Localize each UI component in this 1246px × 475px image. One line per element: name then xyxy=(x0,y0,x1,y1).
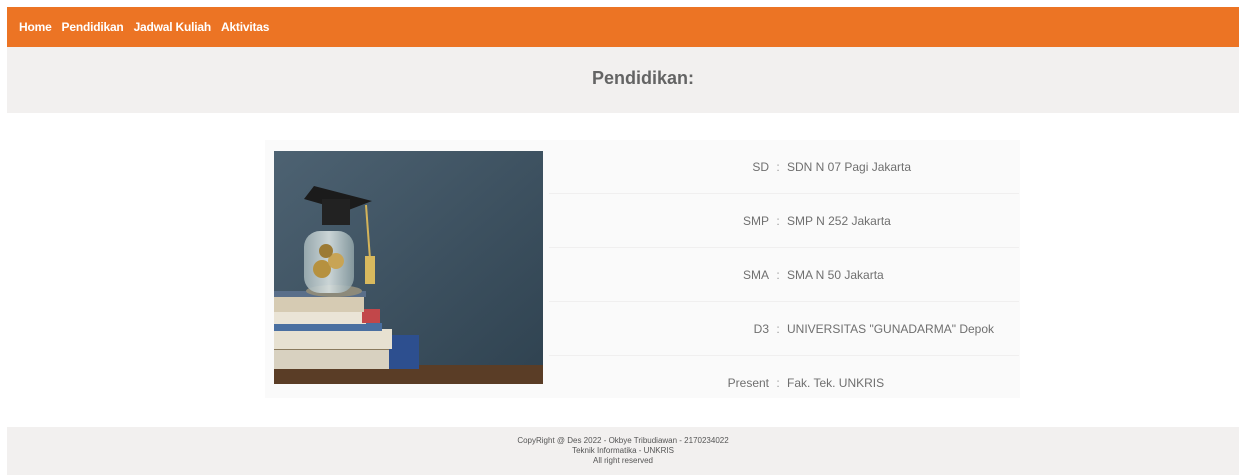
separator: : xyxy=(776,213,780,228)
footer-rights: All right reserved xyxy=(592,456,654,465)
education-list: SD : SDN N 07 Pagi Jakarta SMP : SMP N 2… xyxy=(549,140,1019,409)
education-school: SMA N 50 Jakarta xyxy=(787,267,884,282)
education-level: SMA xyxy=(742,267,769,282)
nav-jadwal-kuliah[interactable]: Jadwal Kuliah xyxy=(134,20,212,34)
education-row: SD : SDN N 07 Pagi Jakarta xyxy=(549,140,1019,194)
footer-department: Teknik Informatika - UNKRIS xyxy=(572,446,674,455)
page-title: Pendidikan: xyxy=(591,67,694,88)
graduation-cap-books-image xyxy=(274,151,543,384)
education-school: UNIVERSITAS "GUNADARMA" Depok xyxy=(787,321,995,336)
separator: : xyxy=(776,159,780,174)
footer-copyright: CopyRight @ Des 2022 - Okbye Tribudiawan… xyxy=(517,436,729,445)
top-navbar: Home Pendidikan Jadwal Kuliah Aktivitas xyxy=(7,7,1239,47)
education-school: Fak. Tek. UNKRIS xyxy=(787,375,885,390)
separator: : xyxy=(776,267,780,282)
education-level: SMP xyxy=(742,213,769,228)
education-school: SMP N 252 Jakarta xyxy=(787,213,891,228)
separator: : xyxy=(776,375,780,390)
page-footer: CopyRight @ Des 2022 - Okbye Tribudiawan… xyxy=(7,427,1239,475)
graduation-photo xyxy=(274,151,543,384)
education-row: D3 : UNIVERSITAS "GUNADARMA" Depok xyxy=(549,302,1019,356)
education-school: SDN N 07 Pagi Jakarta xyxy=(787,159,912,174)
education-row: SMP : SMP N 252 Jakarta xyxy=(549,194,1019,248)
nav-pendidikan[interactable]: Pendidikan xyxy=(62,20,124,34)
education-row: Present : Fak. Tek. UNKRIS xyxy=(549,356,1019,409)
education-row: SMA : SMA N 50 Jakarta xyxy=(549,248,1019,302)
education-level: Present xyxy=(727,375,769,390)
separator: : xyxy=(776,321,780,336)
education-level: D3 xyxy=(753,321,769,336)
nav-aktivitas[interactable]: Aktivitas xyxy=(221,20,269,34)
page-header: Pendidikan: xyxy=(7,47,1239,113)
nav-home[interactable]: Home xyxy=(19,20,52,34)
education-level: SD xyxy=(752,159,769,174)
